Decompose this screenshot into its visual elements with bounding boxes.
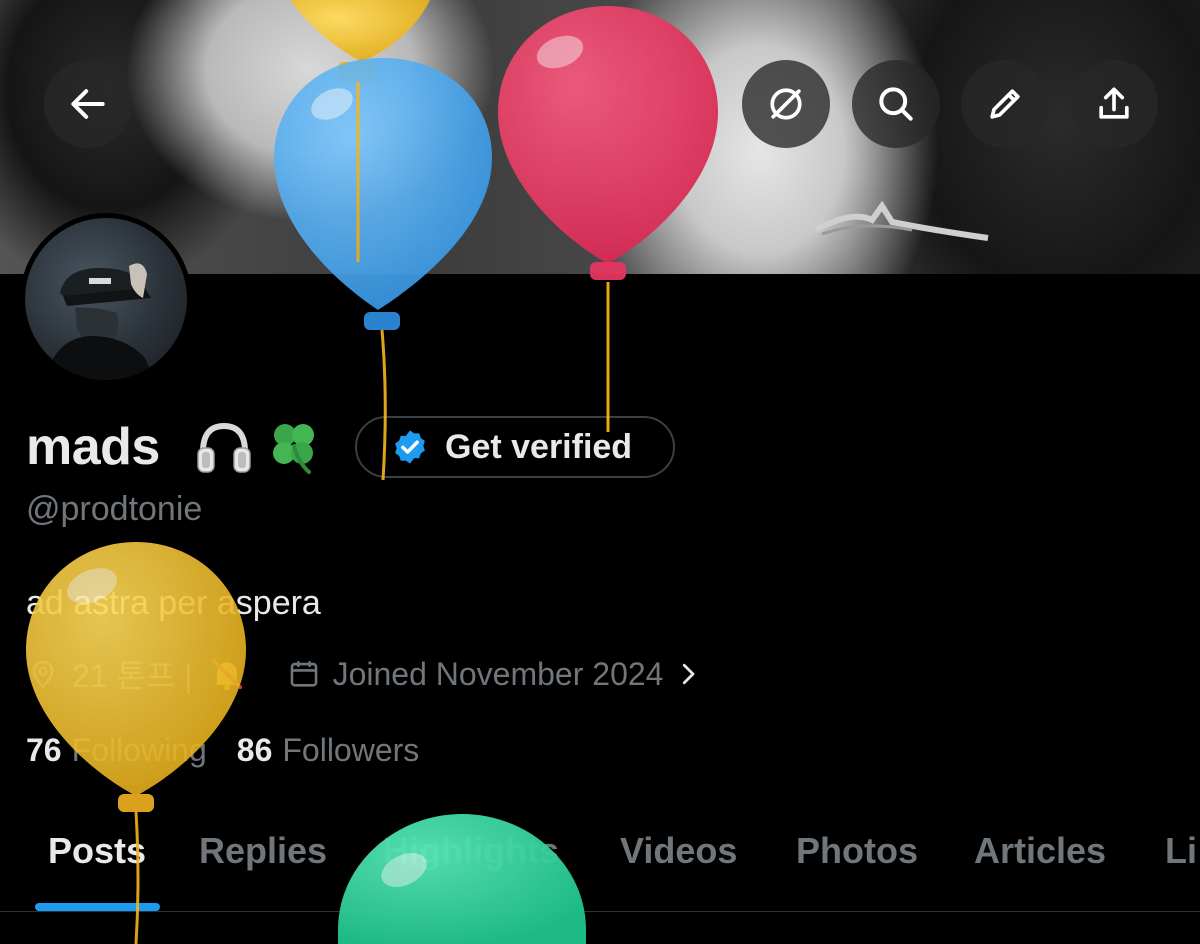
tab-replies[interactable]: Replies bbox=[199, 830, 327, 872]
earring-detail bbox=[814, 200, 989, 241]
tab-posts[interactable]: Posts bbox=[48, 830, 146, 872]
profile-tabs: Posts Replies Highlights Videos Photos A… bbox=[0, 800, 1200, 912]
followers-link[interactable]: 86 Followers bbox=[237, 732, 420, 769]
following-count: 76 bbox=[26, 732, 62, 768]
location-text: 21 톤프 | bbox=[72, 658, 193, 694]
user-handle: @prodtonie bbox=[26, 490, 203, 528]
joined-date-text: Joined November 2024 bbox=[332, 655, 664, 692]
tab-articles[interactable]: Articles bbox=[974, 830, 1106, 872]
verified-badge-icon bbox=[395, 430, 425, 464]
search-icon bbox=[879, 87, 913, 121]
arrow-left-icon bbox=[71, 89, 105, 119]
back-button[interactable] bbox=[44, 60, 132, 148]
profile-meta-row: 21 톤프 | Joined November 2024 bbox=[26, 652, 703, 696]
get-verified-label: Get verified bbox=[445, 427, 633, 466]
follow-stats: 76 Following 86 Followers bbox=[26, 732, 419, 769]
tab-likes[interactable]: Li bbox=[1165, 830, 1197, 872]
following-link[interactable]: 76 Following bbox=[26, 732, 207, 769]
edit-profile-button[interactable] bbox=[961, 60, 1049, 148]
location-pin-icon bbox=[32, 660, 54, 689]
avatar-figure bbox=[45, 263, 155, 380]
translate-button[interactable] bbox=[742, 60, 830, 148]
muted-bell-emoji-icon bbox=[211, 658, 242, 691]
tab-highlights[interactable]: Highlights bbox=[383, 830, 559, 872]
following-label: Following bbox=[71, 732, 207, 768]
followers-label: Followers bbox=[282, 732, 420, 768]
share-button[interactable] bbox=[1070, 60, 1158, 148]
search-button[interactable] bbox=[852, 60, 940, 148]
share-upload-icon bbox=[1099, 87, 1129, 119]
edit-pencil-icon bbox=[990, 89, 1020, 119]
chevron-right-icon[interactable] bbox=[673, 659, 703, 689]
active-tab-indicator bbox=[35, 903, 160, 911]
four-leaf-clover-emoji-icon bbox=[273, 424, 314, 474]
display-name: mads bbox=[26, 418, 160, 476]
get-verified-button[interactable]: Get verified bbox=[355, 416, 675, 478]
translate-icon bbox=[770, 88, 802, 120]
calendar-icon bbox=[290, 661, 317, 687]
headphones-emoji-icon bbox=[197, 422, 251, 473]
tabs-divider bbox=[0, 911, 1200, 912]
avatar-photo bbox=[25, 218, 187, 380]
bio-text: ad astra per aspera bbox=[26, 584, 321, 622]
tab-photos[interactable]: Photos bbox=[796, 830, 918, 872]
followers-count: 86 bbox=[236, 732, 273, 768]
tab-videos[interactable]: Videos bbox=[620, 830, 737, 872]
avatar[interactable] bbox=[20, 213, 192, 385]
